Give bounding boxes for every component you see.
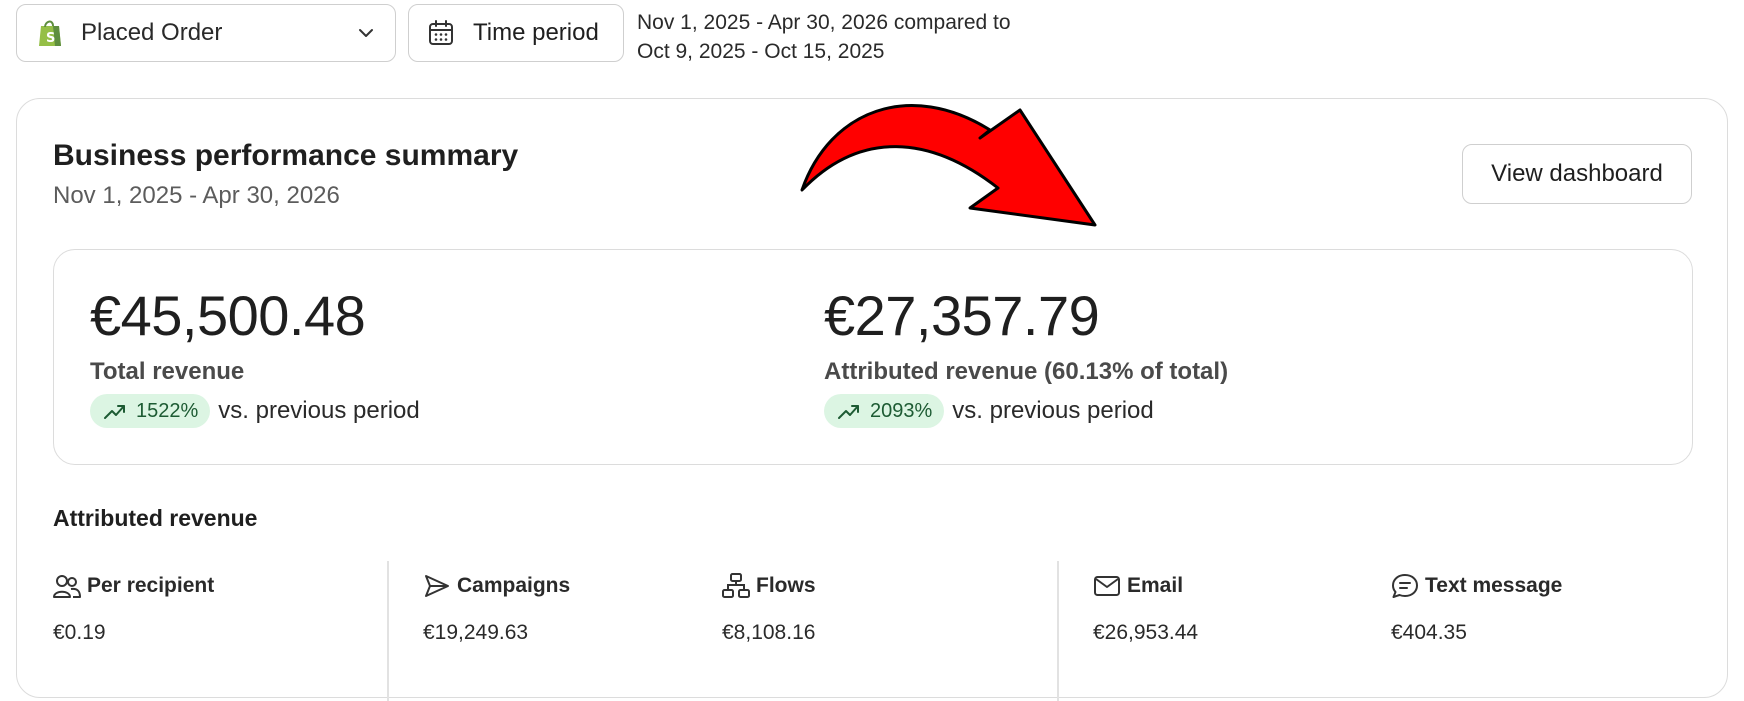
per-recipient-column: Per recipient €0.19 xyxy=(53,573,214,645)
column-value: €0.19 xyxy=(53,621,106,644)
svg-text:S: S xyxy=(46,31,55,46)
date-range-comparison: Nov 1, 2025 - Apr 30, 2026 compared to O… xyxy=(637,8,1011,66)
email-icon xyxy=(1094,576,1120,596)
per-recipient-header: Per recipient xyxy=(53,573,214,599)
total-revenue-label: Total revenue xyxy=(90,358,245,385)
users-icon xyxy=(53,575,81,598)
time-period-button[interactable]: Time period xyxy=(408,4,624,62)
change-value: 2093% xyxy=(870,399,933,422)
column-value: €26,953.44 xyxy=(1093,621,1199,644)
calendar-icon xyxy=(429,20,453,45)
text-message-icon xyxy=(1392,574,1418,598)
column-divider xyxy=(1057,561,1059,701)
attributed-revenue-amount: €27,357.79 xyxy=(824,284,1100,347)
attributed-revenue-change: 2093% vs. previous period xyxy=(824,394,1228,428)
column-label: Email xyxy=(1127,574,1184,597)
chevron-down-icon xyxy=(359,29,373,37)
shopify-bag-icon: S xyxy=(39,20,61,46)
column-divider xyxy=(387,561,389,701)
card-title: Business performance summary xyxy=(53,139,519,172)
card-date-range: Nov 1, 2025 - Apr 30, 2026 xyxy=(53,182,340,209)
column-label: Campaigns xyxy=(457,574,571,597)
trending-up-icon xyxy=(104,405,125,419)
column-label: Flows xyxy=(756,574,816,597)
send-icon xyxy=(425,575,449,597)
text-message-column: Text message €404.35 xyxy=(1391,573,1562,645)
trending-up-icon xyxy=(838,405,859,419)
comparison-text: vs. previous period xyxy=(218,397,420,424)
column-value: €19,249.63 xyxy=(423,621,529,644)
metric-dropdown[interactable]: S Placed Order xyxy=(16,4,396,62)
date-range-line-2: Oct 9, 2025 - Oct 15, 2025 xyxy=(637,40,885,63)
filter-bar: S Placed Order Time period Nov 1, 2025 -… xyxy=(16,4,1736,63)
change-badge: 2093% xyxy=(824,394,945,428)
column-label: Text message xyxy=(1425,574,1563,597)
total-revenue-metric: €45,500.48 Total revenue 1522% vs. previ… xyxy=(90,286,420,428)
comparison-text: vs. previous period xyxy=(952,397,1154,424)
email-column: Email €26,953.44 xyxy=(1093,573,1198,645)
total-revenue-change: 1522% vs. previous period xyxy=(90,394,420,428)
column-label: Per recipient xyxy=(87,574,215,597)
flows-icon xyxy=(722,573,750,598)
campaigns-header: Campaigns xyxy=(423,573,570,599)
column-value: €404.35 xyxy=(1391,621,1467,644)
date-range-line-1: Nov 1, 2025 - Apr 30, 2026 compared to xyxy=(637,11,1011,34)
metric-dropdown-label: Placed Order xyxy=(81,19,223,46)
time-period-label: Time period xyxy=(473,19,599,46)
revenue-summary-box: €45,500.48 Total revenue 1522% vs. previ… xyxy=(53,249,1693,465)
change-badge: 1522% xyxy=(90,394,211,428)
attributed-revenue-metric: €27,357.79 Attributed revenue (60.13% of… xyxy=(824,286,1228,428)
flows-header: Flows xyxy=(722,573,816,599)
change-value: 1522% xyxy=(136,399,199,422)
attributed-revenue-label: Attributed revenue (60.13% of total) xyxy=(824,358,1229,385)
view-dashboard-button[interactable]: View dashboard xyxy=(1462,144,1692,204)
campaigns-column: Campaigns €19,249.63 xyxy=(423,573,570,645)
email-header: Email xyxy=(1093,573,1198,599)
attributed-revenue-title: Attributed revenue xyxy=(53,505,258,531)
text-message-header: Text message xyxy=(1391,573,1562,599)
flows-column: Flows €8,108.16 xyxy=(722,573,816,645)
total-revenue-amount: €45,500.48 xyxy=(90,284,366,347)
column-value: €8,108.16 xyxy=(722,621,816,644)
business-performance-card: Business performance summary Nov 1, 2025… xyxy=(16,98,1728,701)
